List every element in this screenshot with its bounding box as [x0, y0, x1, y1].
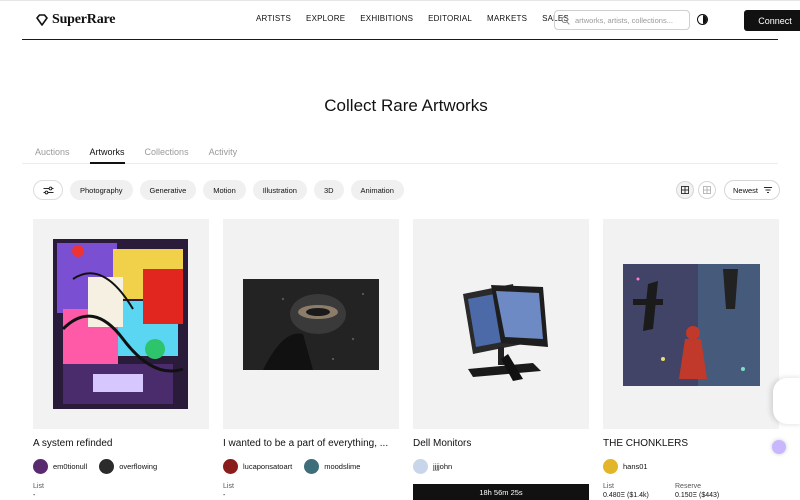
diamond-logo-icon — [36, 14, 48, 26]
nav-exhibitions[interactable]: EXHIBITIONS — [360, 14, 413, 23]
artist[interactable]: hans01 — [603, 459, 648, 474]
filter-bar: Photography Generative Motion Illustrati… — [33, 180, 404, 200]
large-grid-icon — [681, 186, 689, 194]
nav-editorial[interactable]: EDITORIAL — [428, 14, 472, 23]
sliders-icon — [43, 186, 53, 194]
search-input[interactable] — [575, 15, 685, 25]
reserve-label: Reserve — [675, 483, 702, 490]
grid-view-button[interactable] — [676, 181, 694, 199]
search-box[interactable] — [554, 10, 690, 30]
artwork-media[interactable] — [603, 219, 779, 429]
chat-bubble-icon[interactable] — [772, 440, 786, 454]
artwork-card[interactable]: I wanted to be a part of everything, ...… — [223, 219, 399, 499]
artwork-people: lucaponsatoart moodslime — [223, 459, 360, 474]
compact-view-button[interactable] — [698, 181, 716, 199]
logo[interactable]: SuperRare — [36, 12, 115, 28]
view-toggles — [676, 181, 716, 199]
avatar — [603, 459, 618, 474]
filter-generative[interactable]: Generative — [139, 180, 197, 200]
tab-auctions[interactable]: Auctions — [35, 142, 70, 164]
filter-settings-button[interactable] — [33, 180, 63, 200]
artist-name: lucaponsatoart — [243, 462, 293, 471]
top-border — [0, 0, 800, 1]
sort-lines-icon — [764, 187, 773, 193]
tab-artworks[interactable]: Artworks — [89, 142, 125, 164]
sort-label: Newest — [733, 185, 759, 195]
tab-bar: Auctions Artworks Collections Activity — [22, 142, 778, 164]
artwork-title[interactable]: I wanted to be a part of everything, ... — [223, 438, 388, 449]
artwork-title[interactable]: Dell Monitors — [413, 438, 471, 449]
artwork-card[interactable]: A system refinded em0tionull overflowing… — [33, 219, 209, 499]
artwork-image — [53, 239, 188, 409]
site-header: SuperRare ARTISTS EXPLORE EXHIBITIONS ED… — [22, 2, 800, 40]
owner-name: overflowing — [119, 462, 158, 471]
tab-collections[interactable]: Collections — [145, 142, 189, 164]
artwork-people: em0tionull overflowing — [33, 459, 157, 474]
artwork-media[interactable] — [33, 219, 209, 429]
search-icon — [561, 15, 570, 25]
small-grid-icon — [703, 186, 711, 194]
filter-photography[interactable]: Photography — [70, 180, 133, 200]
list-label: List — [223, 483, 234, 490]
list-value: 0.480Ξ ($1.4k) — [603, 492, 649, 499]
owner[interactable]: overflowing — [99, 459, 157, 474]
logo-text: SuperRare — [52, 12, 116, 27]
artwork-media[interactable] — [223, 219, 399, 429]
artwork-image — [463, 284, 548, 381]
artist[interactable]: lucaponsatoart — [223, 459, 292, 474]
filter-3d[interactable]: 3D — [313, 180, 344, 200]
artwork-people: jjjjohn — [413, 459, 452, 474]
side-panel-handle[interactable] — [773, 378, 800, 424]
list-label: List — [33, 483, 44, 490]
artist-name: em0tionull — [53, 462, 88, 471]
reserve-value: 0.150Ξ ($443) — [675, 492, 720, 499]
owner[interactable]: moodslime — [304, 459, 360, 474]
filter-motion[interactable]: Motion — [203, 180, 246, 200]
artwork-media[interactable] — [413, 219, 589, 429]
artist[interactable]: em0tionull — [33, 459, 87, 474]
list-value: - — [33, 492, 36, 499]
artist[interactable]: jjjjohn — [413, 459, 452, 474]
owner-name: moodslime — [324, 462, 361, 471]
avatar — [99, 459, 115, 474]
avatar — [304, 459, 320, 474]
list-label: List — [603, 483, 614, 490]
main-nav: ARTISTS EXPLORE EXHIBITIONS EDITORIAL MA… — [256, 14, 584, 23]
artwork-image — [243, 279, 379, 370]
artwork-image — [623, 264, 760, 386]
artwork-title[interactable]: THE CHONKLERS — [603, 438, 688, 449]
theme-toggle-icon[interactable] — [697, 14, 708, 25]
artwork-people: hans01 — [603, 459, 648, 474]
sort-dropdown[interactable]: Newest — [724, 180, 780, 200]
artist-name: jjjjohn — [433, 462, 453, 471]
list-value: - — [223, 492, 226, 499]
artist-name: hans01 — [623, 462, 648, 471]
auction-timer[interactable]: 18h 56m 25s — [413, 484, 589, 500]
nav-markets[interactable]: MARKETS — [487, 14, 527, 23]
connect-button[interactable]: Connect — [744, 10, 800, 31]
filter-illustration[interactable]: Illustration — [252, 180, 307, 200]
artwork-card[interactable]: THE CHONKLERS hans01 List 0.480Ξ ($1.4k)… — [603, 219, 779, 499]
avatar — [33, 459, 48, 474]
artwork-title[interactable]: A system refinded — [33, 438, 112, 449]
filter-animation[interactable]: Animation — [350, 180, 404, 200]
artwork-card[interactable]: Dell Monitors jjjjohn 18h 56m 25s — [413, 219, 589, 500]
nav-artists[interactable]: ARTISTS — [256, 14, 291, 23]
avatar — [413, 459, 428, 474]
nav-explore[interactable]: EXPLORE — [306, 14, 345, 23]
tab-activity[interactable]: Activity — [209, 142, 238, 164]
page-title: Collect Rare Artworks — [324, 96, 488, 115]
avatar — [223, 459, 238, 474]
